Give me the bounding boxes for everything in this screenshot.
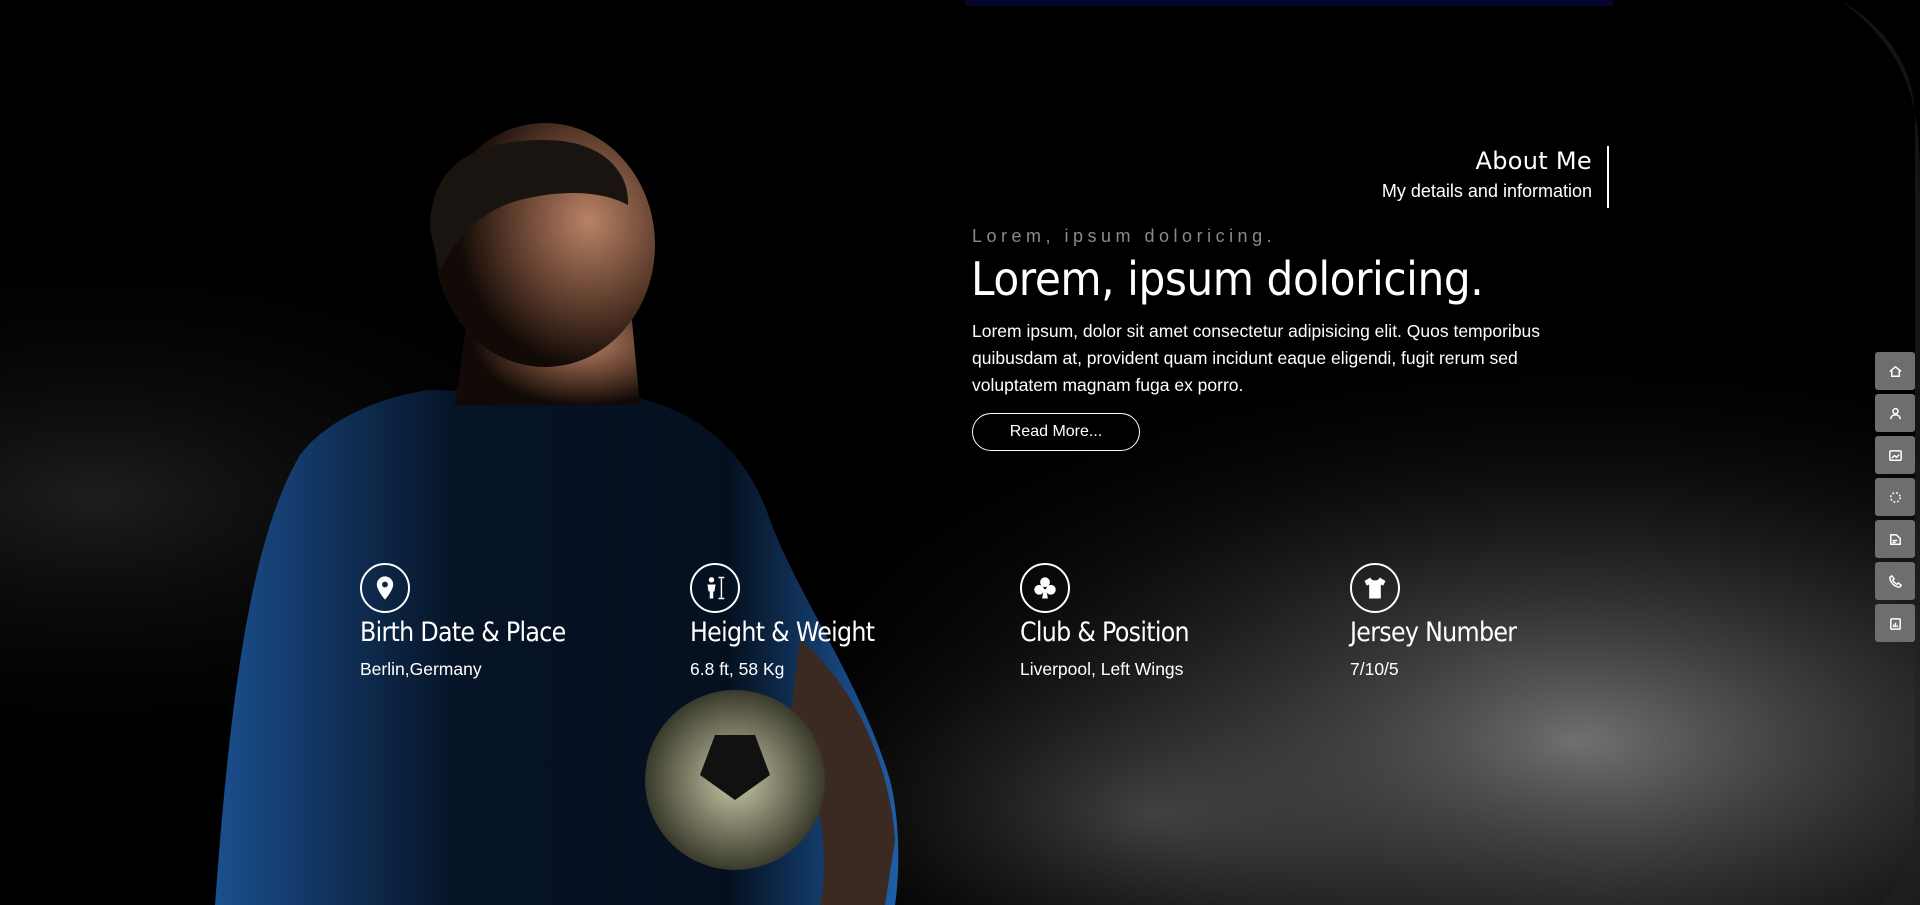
top-bar <box>965 0 1613 6</box>
user-icon <box>1889 407 1901 419</box>
nav-home-button[interactable] <box>1875 352 1915 390</box>
clipboard-icon <box>1889 617 1901 630</box>
map-pin-icon <box>360 563 410 613</box>
loader-icon <box>1889 491 1901 503</box>
stat-value: 6.8 ft, 58 Kg <box>690 659 785 679</box>
phone-icon <box>1888 574 1902 588</box>
gallery-icon <box>1888 449 1902 461</box>
nav-about-button[interactable] <box>1875 394 1915 432</box>
stat-value: 7/10/5 <box>1350 659 1399 679</box>
stat-value: Liverpool, Left Wings <box>1020 659 1184 679</box>
stat-value: Berlin,Germany <box>360 659 482 679</box>
read-more-button[interactable]: Read More... <box>972 413 1140 451</box>
eyebrow-text: Lorem, ipsum doloricing. <box>972 226 1277 246</box>
stat-jersey: Jersey Number 7/10/5 <box>1350 563 1650 680</box>
stat-title: Birth Date & Place <box>360 617 566 648</box>
stat-title: Club & Position <box>1020 617 1190 648</box>
side-nav <box>1875 352 1915 646</box>
headline: Lorem, ipsum doloricing. <box>971 252 1484 306</box>
jersey-icon <box>1350 563 1400 613</box>
hero-background <box>0 0 1920 905</box>
stat-title: Height & Weight <box>690 617 875 648</box>
section-header: About Me My details and information <box>1382 146 1609 208</box>
section-title: About Me <box>1475 147 1592 175</box>
club-icon <box>1020 563 1070 613</box>
nav-stats-button[interactable] <box>1875 604 1915 642</box>
nav-loader-button[interactable] <box>1875 478 1915 516</box>
nav-blog-button[interactable] <box>1875 520 1915 558</box>
stat-title: Jersey Number <box>1350 617 1517 648</box>
height-weight-icon <box>690 563 740 613</box>
section-subtitle: My details and information <box>1381 181 1592 201</box>
blog-icon <box>1889 533 1901 545</box>
nav-contact-button[interactable] <box>1875 562 1915 600</box>
intro-paragraph: Lorem ipsum, dolor sit amet consectetur … <box>972 321 1541 395</box>
home-icon <box>1888 365 1902 377</box>
nav-gallery-button[interactable] <box>1875 436 1915 474</box>
stat-height-weight: Height & Weight 6.8 ft, 58 Kg <box>690 563 990 680</box>
stat-club: Club & Position Liverpool, Left Wings <box>1020 563 1320 680</box>
stat-birth: Birth Date & Place Berlin,Germany <box>360 563 660 680</box>
